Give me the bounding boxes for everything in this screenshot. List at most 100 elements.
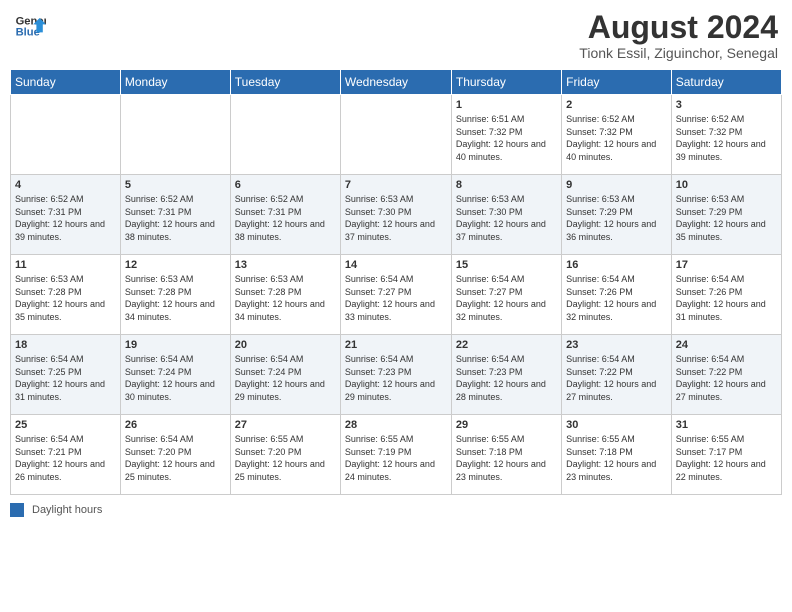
calendar-week-row: 18 Sunrise: 6:54 AMSunset: 7:25 PMDayligh… — [11, 335, 782, 415]
calendar-day-cell: 26Sunrise: 6:54 AMSunset: 7:20 PMDayligh… — [120, 415, 230, 495]
calendar-day-cell: 19Sunrise: 6:54 AMSunset: 7:24 PMDayligh… — [120, 335, 230, 415]
calendar-week-row: 11 Sunrise: 6:53 AMSunset: 7:28 PMDayligh… — [11, 255, 782, 335]
day-number: 1 — [456, 99, 557, 111]
day-number: 16 — [566, 259, 667, 271]
day-number: 12 — [125, 259, 226, 271]
calendar-day-cell: 13Sunrise: 6:53 AMSunset: 7:28 PMDayligh… — [230, 255, 340, 335]
day-of-week-header: Saturday — [671, 70, 781, 95]
day-info: Sunrise: 6:52 AMSunset: 7:32 PMDaylight:… — [566, 113, 667, 163]
calendar-day-cell: 20Sunrise: 6:54 AMSunset: 7:24 PMDayligh… — [230, 335, 340, 415]
calendar-day-cell: 12Sunrise: 6:53 AMSunset: 7:28 PMDayligh… — [120, 255, 230, 335]
svg-text:Blue: Blue — [16, 27, 40, 39]
day-number: 27 — [235, 419, 336, 431]
day-number: 7 — [345, 179, 447, 191]
day-number: 14 — [345, 259, 447, 271]
day-number: 4 — [15, 179, 116, 191]
day-of-week-header: Tuesday — [230, 70, 340, 95]
day-info: Sunrise: 6:54 AMSunset: 7:24 PMDaylight:… — [125, 353, 226, 403]
day-number: 17 — [676, 259, 777, 271]
calendar-day-cell: 17 Sunrise: 6:54 AMSunset: 7:26 PMDayligh… — [671, 255, 781, 335]
calendar-day-cell: 28 Sunrise: 6:55 AMSunset: 7:19 PMDayligh… — [340, 415, 451, 495]
day-number: 25 — [15, 419, 116, 431]
day-of-week-header: Friday — [562, 70, 672, 95]
logo-icon: General Blue — [14, 10, 46, 42]
day-number: 23 — [566, 339, 667, 351]
calendar-week-row: 1 Sunrise: 6:51 AMSunset: 7:32 PMDaylight… — [11, 95, 782, 175]
day-info: Sunrise: 6:54 AMSunset: 7:22 PMDaylight:… — [566, 353, 667, 403]
calendar-day-cell: 29 Sunrise: 6:55 AMSunset: 7:18 PMDayligh… — [451, 415, 561, 495]
calendar-day-cell: 7Sunrise: 6:53 AMSunset: 7:30 PMDaylight… — [340, 175, 451, 255]
page-header: General Blue August 2024 Tionk Essil, Zi… — [10, 10, 782, 61]
day-info: Sunrise: 6:54 AMSunset: 7:26 PMDaylight:… — [676, 273, 777, 323]
day-number: 10 — [676, 179, 777, 191]
day-info: Sunrise: 6:55 AMSunset: 7:20 PMDaylight:… — [235, 433, 336, 483]
day-info: Sunrise: 6:54 AMSunset: 7:23 PMDaylight:… — [456, 353, 557, 403]
day-info: Sunrise: 6:54 AMSunset: 7:22 PMDaylight:… — [676, 353, 777, 403]
calendar-day-cell: 8Sunrise: 6:53 AMSunset: 7:30 PMDaylight… — [451, 175, 561, 255]
day-info: Sunrise: 6:51 AMSunset: 7:32 PMDaylight:… — [456, 113, 557, 163]
calendar-day-cell — [230, 95, 340, 175]
calendar-day-cell: 16Sunrise: 6:54 AMSunset: 7:26 PMDayligh… — [562, 255, 672, 335]
day-number: 29 — [456, 419, 557, 431]
calendar-table: SundayMondayTuesdayWednesdayThursdayFrid… — [10, 69, 782, 495]
month-year-title: August 2024 — [579, 10, 778, 45]
location-subtitle: Tionk Essil, Ziguinchor, Senegal — [579, 45, 778, 61]
day-number: 9 — [566, 179, 667, 191]
calendar-day-cell: 1 Sunrise: 6:51 AMSunset: 7:32 PMDaylight… — [451, 95, 561, 175]
day-info: Sunrise: 6:53 AMSunset: 7:28 PMDaylight:… — [15, 273, 116, 323]
calendar-day-cell — [120, 95, 230, 175]
title-section: August 2024 Tionk Essil, Ziguinchor, Sen… — [579, 10, 778, 61]
day-info: Sunrise: 6:55 AMSunset: 7:19 PMDaylight:… — [345, 433, 447, 483]
calendar-day-cell: 4 Sunrise: 6:52 AMSunset: 7:31 PMDaylight… — [11, 175, 121, 255]
day-info: Sunrise: 6:54 AMSunset: 7:25 PMDaylight:… — [15, 353, 116, 403]
calendar-day-cell: 23 Sunrise: 6:54 AMSunset: 7:22 PMDayligh… — [562, 335, 672, 415]
day-number: 5 — [125, 179, 226, 191]
day-info: Sunrise: 6:53 AMSunset: 7:29 PMDaylight:… — [566, 193, 667, 243]
calendar-day-cell: 3Sunrise: 6:52 AMSunset: 7:32 PMDaylight… — [671, 95, 781, 175]
day-number: 28 — [345, 419, 447, 431]
day-of-week-header: Monday — [120, 70, 230, 95]
calendar-day-cell: 24 Sunrise: 6:54 AMSunset: 7:22 PMDayligh… — [671, 335, 781, 415]
day-number: 30 — [566, 419, 667, 431]
day-info: Sunrise: 6:52 AMSunset: 7:31 PMDaylight:… — [15, 193, 116, 243]
day-info: Sunrise: 6:53 AMSunset: 7:29 PMDaylight:… — [676, 193, 777, 243]
legend-label: Daylight hours — [32, 504, 102, 516]
day-info: Sunrise: 6:55 AMSunset: 7:18 PMDaylight:… — [566, 433, 667, 483]
calendar-day-cell: 2 Sunrise: 6:52 AMSunset: 7:32 PMDaylight… — [562, 95, 672, 175]
calendar-day-cell: 27 Sunrise: 6:55 AMSunset: 7:20 PMDayligh… — [230, 415, 340, 495]
day-info: Sunrise: 6:52 AMSunset: 7:31 PMDaylight:… — [235, 193, 336, 243]
day-number: 21 — [345, 339, 447, 351]
calendar-day-cell: 6Sunrise: 6:52 AMSunset: 7:31 PMDaylight… — [230, 175, 340, 255]
day-of-week-header: Thursday — [451, 70, 561, 95]
calendar-day-cell: 18 Sunrise: 6:54 AMSunset: 7:25 PMDayligh… — [11, 335, 121, 415]
day-info: Sunrise: 6:55 AMSunset: 7:18 PMDaylight:… — [456, 433, 557, 483]
calendar-day-cell: 31 Sunrise: 6:55 AMSunset: 7:17 PMDayligh… — [671, 415, 781, 495]
calendar-day-cell: 22 Sunrise: 6:54 AMSunset: 7:23 PMDayligh… — [451, 335, 561, 415]
day-number: 22 — [456, 339, 557, 351]
calendar-week-row: 4 Sunrise: 6:52 AMSunset: 7:31 PMDaylight… — [11, 175, 782, 255]
logo: General Blue — [14, 10, 46, 42]
day-info: Sunrise: 6:54 AMSunset: 7:24 PMDaylight:… — [235, 353, 336, 403]
calendar-header-row: SundayMondayTuesdayWednesdayThursdayFrid… — [11, 70, 782, 95]
calendar-day-cell: 5 Sunrise: 6:52 AMSunset: 7:31 PMDaylight… — [120, 175, 230, 255]
day-number: 31 — [676, 419, 777, 431]
day-info: Sunrise: 6:54 AMSunset: 7:27 PMDaylight:… — [345, 273, 447, 323]
day-number: 11 — [15, 259, 116, 271]
day-number: 3 — [676, 99, 777, 111]
calendar-day-cell: 11 Sunrise: 6:53 AMSunset: 7:28 PMDayligh… — [11, 255, 121, 335]
day-info: Sunrise: 6:54 AMSunset: 7:23 PMDaylight:… — [345, 353, 447, 403]
day-number: 24 — [676, 339, 777, 351]
legend-box — [10, 503, 24, 517]
calendar-day-cell — [340, 95, 451, 175]
calendar-week-row: 25 Sunrise: 6:54 AMSunset: 7:21 PMDayligh… — [11, 415, 782, 495]
day-info: Sunrise: 6:52 AMSunset: 7:31 PMDaylight:… — [125, 193, 226, 243]
day-of-week-header: Sunday — [11, 70, 121, 95]
calendar-day-cell: 25 Sunrise: 6:54 AMSunset: 7:21 PMDayligh… — [11, 415, 121, 495]
day-info: Sunrise: 6:54 AMSunset: 7:21 PMDaylight:… — [15, 433, 116, 483]
day-number: 15 — [456, 259, 557, 271]
day-number: 2 — [566, 99, 667, 111]
day-info: Sunrise: 6:55 AMSunset: 7:17 PMDaylight:… — [676, 433, 777, 483]
day-number: 18 — [15, 339, 116, 351]
day-number: 8 — [456, 179, 557, 191]
calendar-day-cell: 14 Sunrise: 6:54 AMSunset: 7:27 PMDayligh… — [340, 255, 451, 335]
